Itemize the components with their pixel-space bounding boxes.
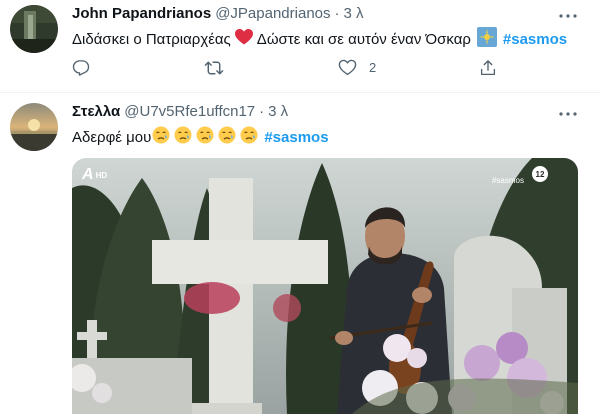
more-options-button[interactable] bbox=[558, 4, 578, 24]
tweet-text-part: Διδάσκει ο Πατριαρχέας bbox=[72, 31, 231, 48]
like-icon bbox=[338, 59, 357, 76]
tweet-text-part: Αδερφέ μου bbox=[72, 129, 152, 146]
tweet-text-part: Δώστε και σε αυτόν έναν Όσκαρ bbox=[256, 31, 471, 48]
display-name[interactable]: John Papandrianos bbox=[72, 4, 211, 24]
movie-camera-emoji bbox=[476, 27, 497, 53]
tweet-header: Στελλα @U7v5Rfe1uffcn17 · 3 λ bbox=[72, 102, 288, 122]
share-button[interactable] bbox=[479, 59, 497, 77]
retweet-button[interactable] bbox=[204, 59, 236, 77]
tweet-text: Διδάσκει ο Πατριαρχέας Δώστε και σε αυτό… bbox=[72, 27, 567, 53]
hashtag-link[interactable]: #sasmos bbox=[503, 30, 567, 50]
heart-emoji bbox=[234, 29, 253, 51]
crying-face-emoji bbox=[240, 126, 258, 150]
channel-hd-label: HD bbox=[95, 170, 108, 180]
reply-button[interactable] bbox=[72, 59, 102, 77]
more-icon bbox=[559, 103, 577, 121]
separator: · bbox=[334, 5, 340, 22]
show-tag-text: #sasmos bbox=[491, 176, 524, 185]
like-count: 2 bbox=[369, 60, 377, 75]
crying-face-emoji bbox=[152, 126, 170, 150]
crying-face-emoji bbox=[218, 126, 236, 150]
like-button[interactable]: 2 bbox=[338, 59, 376, 76]
video-thumbnail[interactable]: A HD #sasmos 12 bbox=[72, 158, 578, 414]
separator: · bbox=[259, 103, 265, 120]
display-name[interactable]: Στελλα bbox=[72, 102, 120, 122]
reply-icon bbox=[72, 59, 90, 77]
channel-logo: A HD bbox=[82, 166, 107, 184]
more-options-button[interactable] bbox=[558, 102, 578, 122]
avatar[interactable] bbox=[10, 103, 58, 151]
hashtag-link[interactable]: #sasmos bbox=[264, 128, 328, 148]
crying-face-emoji bbox=[196, 126, 214, 150]
age-rating-badge: 12 bbox=[532, 166, 548, 182]
avatar[interactable] bbox=[10, 5, 58, 53]
user-handle[interactable]: @U7v5Rfe1uffcn17 bbox=[124, 102, 255, 122]
show-tag-overlay: #sasmos bbox=[492, 170, 524, 188]
tweet[interactable]: John Papandrianos @JPapandrianos · 3 λ Δ… bbox=[0, 0, 600, 93]
crying-face-emoji bbox=[174, 126, 192, 150]
video-frame-image bbox=[72, 158, 578, 414]
age-rating-text: 12 bbox=[535, 169, 545, 179]
more-icon bbox=[559, 5, 577, 23]
retweet-icon bbox=[204, 59, 224, 77]
tweet-header: John Papandrianos @JPapandrianos · 3 λ bbox=[72, 4, 364, 24]
channel-logo-mark: A bbox=[82, 166, 94, 183]
tweet-text: Αδερφέ μου #sasmos bbox=[72, 126, 329, 150]
timestamp[interactable]: 3 λ bbox=[268, 102, 288, 122]
timestamp[interactable]: 3 λ bbox=[344, 4, 364, 24]
user-handle[interactable]: @JPapandrianos bbox=[215, 4, 330, 24]
emoji-row bbox=[151, 126, 258, 150]
share-icon bbox=[479, 59, 497, 77]
tweet[interactable]: Στελλα @U7v5Rfe1uffcn17 · 3 λ Αδερφέ μου… bbox=[0, 93, 600, 414]
tweet-actions: 2 bbox=[72, 59, 508, 79]
